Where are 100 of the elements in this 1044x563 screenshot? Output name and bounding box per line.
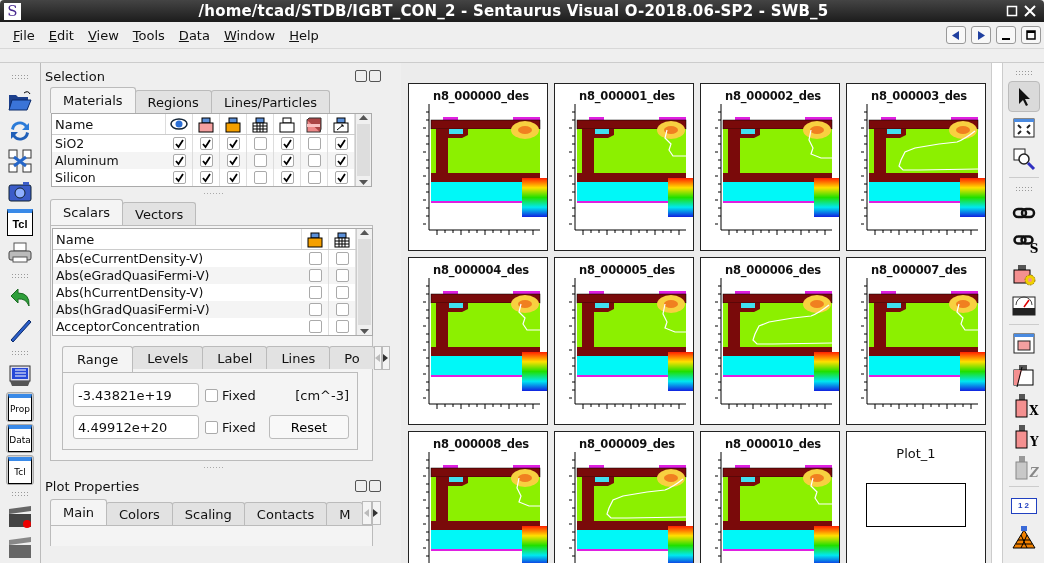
ruler-button[interactable]: 1 2: [1007, 490, 1040, 521]
close-button[interactable]: [369, 480, 381, 492]
max-input-field[interactable]: 4.49912e+20: [73, 415, 199, 439]
panel-toggle-button[interactable]: Data: [6, 423, 34, 454]
checkbox[interactable]: [205, 420, 218, 434]
min-input-field[interactable]: -3.43821e+19: [73, 383, 199, 407]
caret-up-icon[interactable]: [359, 114, 368, 122]
maximize-button[interactable]: [1021, 26, 1041, 44]
checkbox[interactable]: [308, 286, 322, 299]
tab[interactable]: Colors: [106, 502, 173, 525]
plot-card[interactable]: n8_000002_des: [700, 83, 840, 251]
plot-card[interactable]: n8_000008_des: [408, 431, 548, 563]
caret-down-icon[interactable]: [360, 327, 369, 335]
checkbox[interactable]: [226, 154, 240, 167]
checkbox[interactable]: [307, 154, 321, 167]
script-button[interactable]: Tcl: [5, 206, 35, 238]
checkbox[interactable]: [307, 137, 321, 150]
tab[interactable]: Po: [329, 346, 375, 369]
tab[interactable]: Contacts: [243, 502, 328, 525]
checkbox[interactable]: [172, 154, 186, 167]
axis-tool-button[interactable]: Y: [1007, 421, 1040, 452]
link-tool-button[interactable]: S: [1007, 228, 1040, 259]
previous-button[interactable]: [946, 26, 966, 44]
scroll-right-button[interactable]: [371, 501, 381, 525]
panel-toggle-button[interactable]: Prop: [6, 392, 34, 422]
menu-item[interactable]: Tools: [125, 27, 172, 43]
checkbox[interactable]: [226, 171, 240, 184]
checkbox[interactable]: [308, 303, 322, 316]
plot-card[interactable]: n8_000010_des: [700, 431, 840, 563]
clapperboard-icon[interactable]: [7, 534, 33, 561]
scrollbar[interactable]: [991, 63, 1003, 563]
plot-card[interactable]: n8_000004_des: [408, 257, 548, 425]
checkbox[interactable]: [335, 252, 349, 265]
checkbox[interactable]: [199, 171, 213, 184]
menu-item[interactable]: Edit: [41, 27, 81, 43]
field-name[interactable]: Abs(hCurrentDensity-V): [53, 285, 302, 300]
close-icon[interactable]: [1024, 5, 1036, 17]
axis-tool-button[interactable]: X: [1007, 390, 1040, 421]
checkbox[interactable]: [335, 269, 349, 282]
tab[interactable]: Levels: [132, 346, 204, 369]
tab[interactable]: Lines: [266, 346, 331, 369]
menu-item[interactable]: File: [6, 27, 42, 43]
plot-card[interactable]: n8_000007_des: [846, 257, 986, 425]
menu-item[interactable]: Window: [216, 27, 283, 43]
checkbox[interactable]: [334, 171, 348, 184]
scrollbar[interactable]: [356, 229, 372, 335]
panel-toggle-button[interactable]: Tcl: [6, 455, 34, 486]
checkbox[interactable]: [308, 320, 322, 333]
plot-card[interactable]: n8_000003_des: [846, 83, 986, 251]
printer-icon[interactable]: [7, 239, 33, 266]
checkbox[interactable]: [280, 137, 294, 150]
swap-icon[interactable]: [7, 148, 33, 175]
field-name[interactable]: AcceptorConcentration: [53, 319, 302, 334]
tab[interactable]: Label: [202, 346, 268, 369]
tab[interactable]: Scalars: [50, 199, 124, 225]
field-name[interactable]: Abs(eCurrentDensity-V): [53, 251, 302, 266]
float-button[interactable]: [355, 480, 367, 492]
float-button[interactable]: [355, 70, 367, 82]
checkbox[interactable]: [335, 286, 349, 299]
tab[interactable]: M: [326, 502, 364, 525]
column-header[interactable]: Name: [53, 229, 302, 249]
tab[interactable]: Scaling: [171, 502, 245, 525]
checkbox[interactable]: [307, 171, 321, 184]
checkbox[interactable]: [253, 154, 267, 167]
reset-button[interactable]: Reset: [269, 415, 349, 439]
plot-card[interactable]: n8_000001_des: [554, 83, 694, 251]
checkbox[interactable]: [205, 388, 218, 402]
scrollbar[interactable]: [355, 114, 371, 186]
menu-item[interactable]: Help: [282, 27, 326, 43]
checkbox[interactable]: [335, 303, 349, 316]
tab[interactable]: Materials: [50, 87, 136, 113]
plot-card[interactable]: n8_000000_des: [408, 83, 548, 251]
plot-card[interactable]: Plot_1: [846, 431, 986, 563]
scroll-right-button[interactable]: [381, 346, 390, 370]
close-button[interactable]: [369, 70, 381, 82]
tab[interactable]: Regions: [134, 90, 212, 113]
tab[interactable]: Vectors: [122, 202, 197, 225]
checkbox[interactable]: [199, 154, 213, 167]
checkbox[interactable]: [253, 171, 267, 184]
checkbox[interactable]: [253, 137, 267, 150]
checkbox[interactable]: [308, 269, 322, 282]
caret-down-icon[interactable]: [359, 178, 368, 186]
checkbox[interactable]: [172, 137, 186, 150]
caret-up-icon[interactable]: [360, 229, 369, 237]
checkbox[interactable]: [334, 154, 348, 167]
minimize-button[interactable]: [996, 26, 1016, 44]
checkbox[interactable]: [226, 137, 240, 150]
checkbox[interactable]: [308, 252, 322, 265]
plot-card[interactable]: n8_000009_des: [554, 431, 694, 563]
clapperboard-icon[interactable]: [7, 504, 33, 531]
checkbox[interactable]: [172, 171, 186, 184]
checkbox[interactable]: [280, 171, 294, 184]
tab[interactable]: Range: [62, 346, 134, 372]
checkbox[interactable]: [199, 137, 213, 150]
checkbox[interactable]: [335, 320, 349, 333]
menu-item[interactable]: Data: [171, 27, 217, 43]
plot-card[interactable]: n8_000006_des: [700, 257, 840, 425]
checkbox[interactable]: [280, 154, 294, 167]
plot-card[interactable]: n8_000005_des: [554, 257, 694, 425]
maximize-icon[interactable]: [1006, 5, 1018, 17]
